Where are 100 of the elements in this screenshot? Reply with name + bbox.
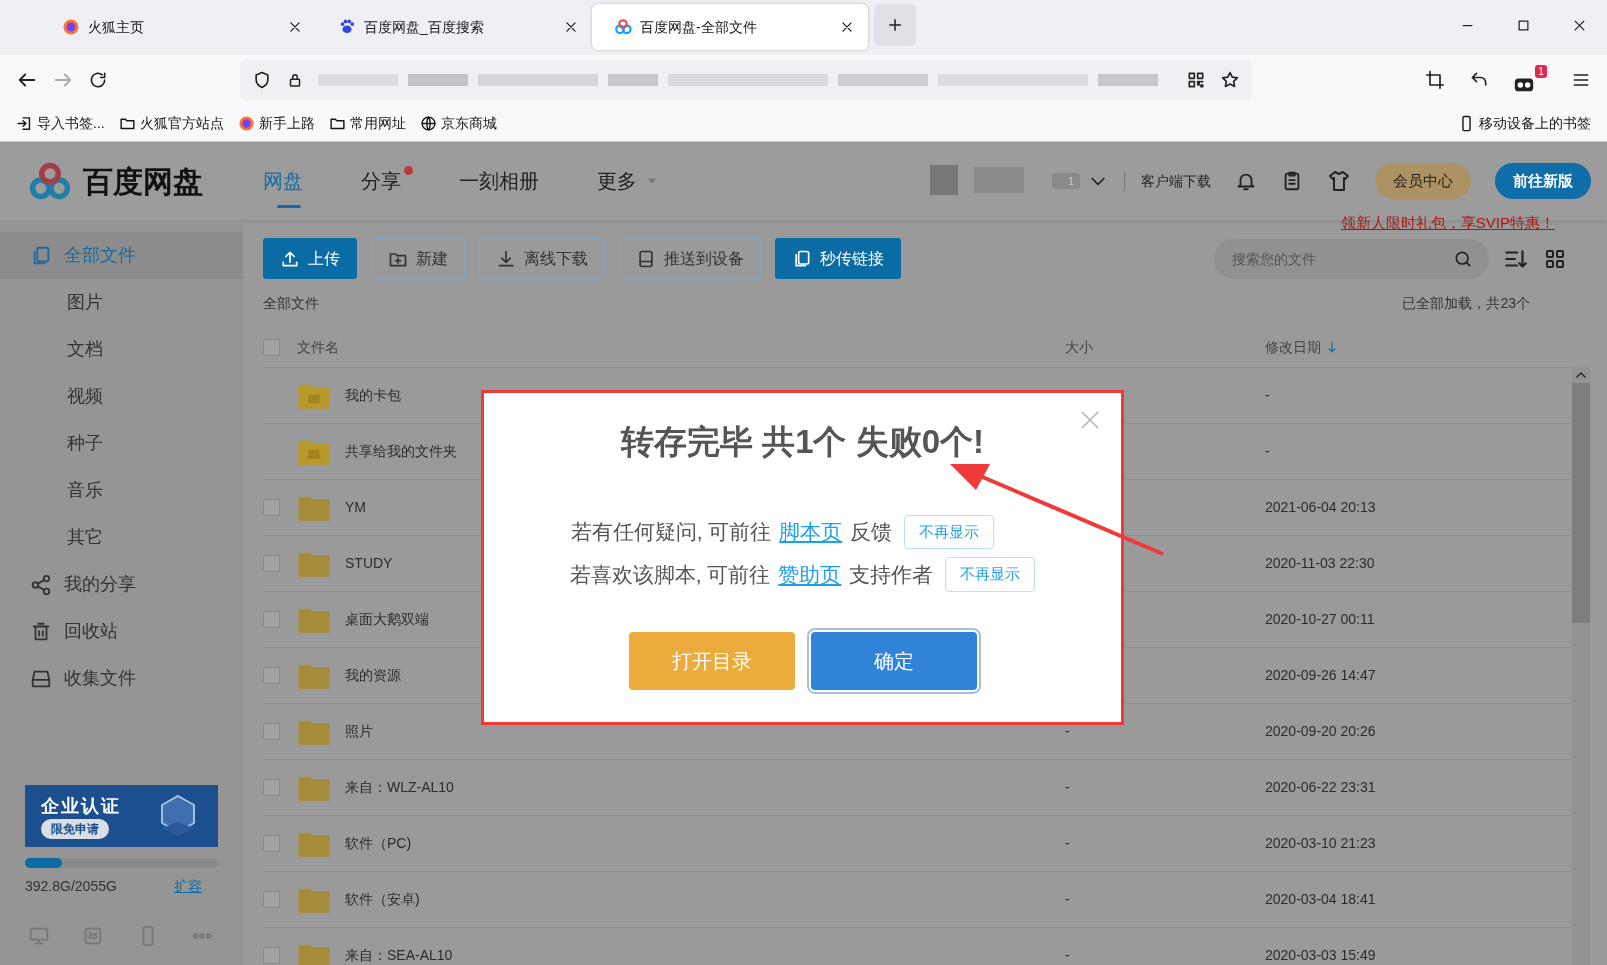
crop-icon[interactable] [1425, 70, 1445, 90]
sidebar-item[interactable]: 图片 [0, 279, 243, 326]
bookmark[interactable]: 导入书签... [16, 112, 105, 134]
bookmark[interactable]: 常用网址 [328, 112, 406, 134]
notification-badge: 1 [1534, 65, 1547, 78]
dialog-title: 转存完毕 共1个 失败0个! [620, 422, 984, 462]
file-name[interactable]: 软件（安卓) [345, 889, 1065, 910]
reload-icon[interactable] [88, 70, 108, 90]
maximize-icon[interactable] [1515, 17, 1531, 33]
globe-icon [237, 114, 255, 132]
close-icon[interactable] [840, 20, 854, 34]
cloud-icon [614, 18, 632, 36]
sidebar-item[interactable]: 种子 [0, 420, 243, 467]
breadcrumb[interactable]: 全部文件 [263, 292, 319, 314]
banner-button[interactable]: 限免申请 [41, 818, 109, 839]
promo-banner[interactable]: 企业认证 限免申请 [25, 785, 218, 847]
new-tab-button[interactable] [874, 4, 916, 46]
file-size: - [1065, 834, 1071, 853]
load-status: 已全部加载，共23个 [1402, 293, 1530, 313]
row-checkbox[interactable] [263, 947, 280, 964]
promo-link[interactable]: 领新人限时礼包，享SVIP特惠！ [1340, 212, 1555, 235]
row-checkbox[interactable] [263, 611, 280, 628]
dismiss-button[interactable]: 不再显示 [945, 557, 1036, 592]
toolbar-button[interactable]: 上传 [263, 238, 357, 279]
file-size: - [1065, 778, 1071, 797]
select-all-checkbox[interactable] [263, 338, 280, 356]
sidebar-item[interactable]: 文档 [0, 326, 243, 373]
nav-tab[interactable]: 分享 [361, 142, 413, 220]
modified-date: 2020-10-27 00:11 [1265, 610, 1376, 629]
plus-icon [886, 16, 904, 34]
client-download-link[interactable]: 客户端下载 [1141, 170, 1211, 192]
sidebar-item[interactable]: 其它 [0, 514, 243, 561]
modified-date: - [1265, 442, 1271, 461]
globe-icon [62, 18, 80, 36]
nav-tab[interactable]: 更多 [597, 142, 671, 220]
sidebar-item[interactable]: 音乐 [0, 467, 243, 514]
qr-code-icon[interactable] [1186, 70, 1206, 90]
member-button[interactable]: 会员中心 [1375, 163, 1471, 199]
shield-icon[interactable] [252, 70, 272, 90]
import-icon [16, 114, 33, 132]
toolbar-button[interactable]: 离线下载 [479, 238, 605, 279]
trash-icon [30, 620, 52, 643]
modified-date: 2020-09-26 14:47 [1265, 666, 1377, 685]
column-header[interactable]: 修改日期 [1265, 336, 1572, 358]
row-checkbox[interactable] [263, 667, 280, 684]
column-header[interactable]: 大小 [1065, 336, 1265, 358]
row-checkbox[interactable] [263, 891, 280, 908]
file-size: - [1065, 722, 1071, 741]
dialog-message: 若有任何疑问, 可前往 脚本页 反馈 [570, 519, 893, 545]
new-version-button[interactable]: 前往新版 [1495, 163, 1591, 199]
file-name[interactable]: 照片 [345, 721, 1065, 742]
row-checkbox[interactable] [263, 723, 280, 740]
files-icon [792, 248, 812, 269]
row-checkbox[interactable] [263, 499, 280, 516]
row-checkbox[interactable] [263, 835, 280, 852]
column-header[interactable]: 文件名 [297, 336, 1065, 358]
nav-tab[interactable]: 一刻相册 [459, 142, 551, 220]
vip-badge: 1 [1051, 173, 1080, 189]
file-size: - [1065, 890, 1071, 909]
modified-date: 2020-03-10 21:23 [1265, 834, 1377, 853]
file-name[interactable]: 来自：WLZ-AL10 [345, 777, 1065, 798]
close-icon[interactable] [564, 20, 578, 34]
toolbar-button[interactable]: 秒传链接 [775, 238, 901, 279]
close-icon[interactable] [288, 20, 302, 34]
download-icon [496, 248, 516, 269]
star-icon[interactable] [1220, 70, 1240, 90]
share-icon [30, 573, 52, 596]
script-page-link[interactable]: 脚本页 [779, 520, 843, 543]
row-checkbox[interactable] [263, 779, 280, 796]
search-field[interactable]: 搜索您的文件 [1214, 238, 1489, 279]
toolbar-button[interactable]: 推送到设备 [619, 238, 761, 279]
dismiss-button[interactable]: 不再显示 [904, 514, 995, 549]
storage-reading: 392.8G/2055G [25, 877, 117, 896]
bookmark[interactable]: 火狐官方站点 [118, 112, 224, 134]
modified-date: 2020-06-22 23:31 [1265, 778, 1377, 797]
sidebar-item[interactable]: 收集文件 [0, 655, 243, 702]
scrollbar[interactable] [1572, 367, 1590, 965]
modified-date: 2020-09-20 20:26 [1265, 722, 1377, 741]
scrollbar-thumb[interactable] [1572, 383, 1590, 623]
file-name[interactable]: 软件（PC) [345, 833, 1065, 854]
bookmark[interactable]: 新手上路 [237, 112, 315, 134]
bookmark-folder[interactable]: 移动设备上的书签 [1458, 112, 1591, 134]
modified-date: 2021-06-04 20:13 [1265, 498, 1377, 517]
device-icon [636, 248, 656, 269]
browser-tab[interactable]: 百度网盘-全部文件 [592, 4, 868, 50]
browser-tab[interactable]: 百度网盘_百度搜索 [316, 4, 592, 50]
toolbar-button[interactable]: 新建 [371, 238, 465, 279]
shirt-icon[interactable] [1327, 169, 1351, 193]
paw-icon [338, 18, 356, 36]
sidebar-item[interactable]: 我的分享 [0, 561, 243, 608]
sidebar-item[interactable]: 回收站 [0, 608, 243, 655]
script-page-link[interactable]: 赞助页 [778, 562, 842, 586]
bookmark[interactable]: 京东商城 [419, 112, 497, 134]
file-name[interactable]: 来自：SEA-AL10 [345, 945, 1065, 965]
modified-date: 2020-11-03 22:30 [1265, 554, 1376, 573]
globe-icon [419, 114, 437, 132]
extension-button[interactable]: 1 [1513, 65, 1547, 95]
browser-tab[interactable]: 火狐主页 [40, 4, 316, 50]
sidebar-item[interactable]: 视频 [0, 373, 243, 420]
row-checkbox[interactable] [263, 555, 280, 572]
